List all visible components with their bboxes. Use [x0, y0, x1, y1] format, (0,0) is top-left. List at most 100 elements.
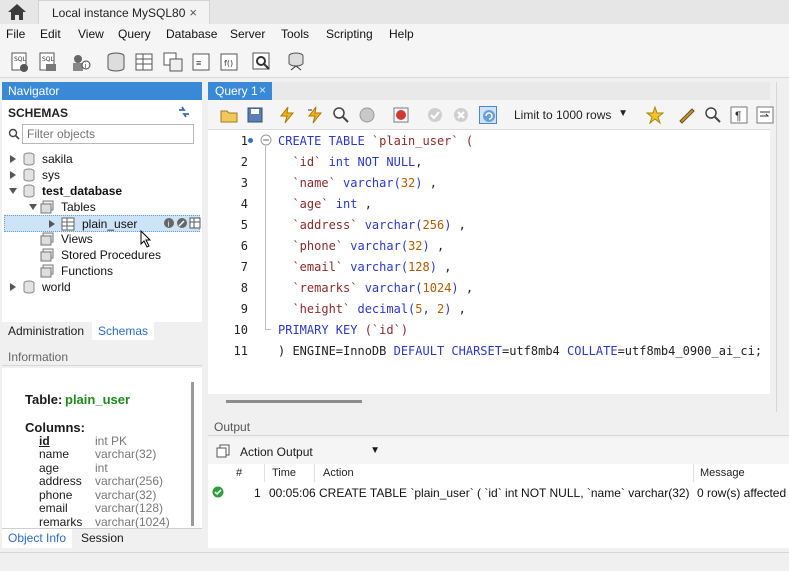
column-divider [314, 464, 315, 482]
stop-icon[interactable] [358, 106, 376, 124]
create-view-icon[interactable] [162, 51, 184, 73]
beautify-icon[interactable] [678, 106, 696, 124]
menu-server[interactable]: Server [230, 27, 265, 41]
dropdown-arrow-icon: ▼ [370, 445, 380, 456]
open-sql-script-icon[interactable]: SQL [37, 51, 59, 73]
menu-help[interactable]: Help [389, 27, 414, 41]
toggle-error-stop-icon[interactable] [392, 106, 410, 124]
tree-item-tables[interactable]: Tables [28, 199, 198, 215]
code-token: , [429, 239, 445, 253]
open-file-icon[interactable] [220, 106, 238, 124]
output-mode-select[interactable]: Action Output ▼ [238, 442, 384, 462]
create-table-icon[interactable] [133, 51, 155, 73]
code-token: =utf8mb4 [501, 344, 567, 358]
copy-icon[interactable] [216, 444, 230, 458]
limit-rows-value: Limit to 1000 rows [514, 108, 612, 122]
sql-editor[interactable]: 1 2 3 4 5 6 7 8 9 10 11 CREATE TABLE `pl… [208, 130, 770, 394]
editor-horizontal-scrollbar[interactable] [226, 400, 362, 403]
tree-label: Functions [61, 264, 114, 278]
new-sql-tab-icon[interactable]: SQL [9, 51, 31, 73]
limit-rows-select[interactable]: Limit to 1000 rows ▼ [508, 105, 632, 125]
close-query-tab-icon[interactable]: × [259, 83, 266, 97]
menu-file[interactable]: File [6, 27, 25, 41]
tree-item-sakila[interactable]: sakila [8, 151, 198, 167]
home-icon[interactable] [6, 3, 28, 21]
add-snippet-icon[interactable] [645, 105, 665, 125]
tree-label: plain_user [82, 217, 138, 231]
execute-current-icon[interactable] [306, 106, 324, 124]
code-token: 5 [415, 302, 423, 316]
code-token: PRIMARY KEY [278, 323, 358, 337]
code-token: =utf8mb4_0900_ai_ci; [617, 344, 763, 358]
line-number: 8 [240, 281, 248, 295]
filter-objects-input[interactable] [22, 124, 194, 144]
menu-edit[interactable]: Edit [40, 27, 61, 41]
code-token: int [328, 197, 358, 211]
word-wrap-icon[interactable] [756, 106, 774, 124]
column-divider [693, 464, 694, 482]
code-token: 32 [400, 176, 416, 190]
menu-tools[interactable]: Tools [281, 27, 309, 41]
menu-scripting[interactable]: Scripting [326, 27, 373, 41]
autocommit-toggle-icon[interactable] [479, 106, 497, 124]
tab-session[interactable]: Session [81, 531, 124, 545]
commit-icon[interactable] [426, 106, 444, 124]
tree-item-functions[interactable]: Functions [28, 263, 198, 279]
refresh-icon[interactable] [177, 106, 191, 118]
information-tabs: Object Info Session [2, 528, 202, 548]
code-token: varchar( [343, 260, 409, 274]
find-replace-icon[interactable] [704, 106, 722, 124]
information-scrollbar[interactable] [191, 382, 194, 526]
fold-toggle-icon[interactable] [260, 134, 272, 146]
query-toolbar: Limit to 1000 rows ▼ ¶ [208, 100, 774, 130]
right-sidebar-panel [776, 82, 789, 412]
expand-arrow-icon[interactable] [8, 153, 18, 163]
create-schema-icon[interactable] [105, 51, 127, 73]
column-header-number[interactable]: # [236, 467, 242, 479]
collapse-arrow-icon[interactable] [8, 185, 18, 195]
code-line-2: `id` int NOT NULL, [278, 155, 422, 169]
tab-schemas[interactable]: Schemas [92, 322, 155, 340]
column-type: int PK [95, 434, 128, 448]
invisible-chars-icon[interactable]: ¶ [730, 106, 748, 124]
column-header-message[interactable]: Message [700, 467, 745, 479]
expand-arrow-icon[interactable] [47, 218, 57, 228]
info-icon[interactable]: i [163, 217, 177, 231]
table-grid-icon[interactable] [189, 217, 203, 231]
create-function-icon[interactable]: f() [218, 51, 240, 73]
create-procedure-icon[interactable]: ≡ [190, 51, 212, 73]
explain-icon[interactable] [332, 106, 350, 124]
close-tab-icon[interactable]: × [189, 5, 197, 20]
information-panel: Table: plain_user Columns: id int PK nam… [2, 368, 202, 528]
statement-marker-icon [248, 138, 253, 143]
connection-tab[interactable]: Local instance MySQL80 × [38, 0, 210, 24]
tree-item-sys[interactable]: sys [8, 167, 198, 183]
tree-item-plain-user[interactable]: plain_user i [4, 215, 203, 232]
column-name: name [39, 447, 70, 461]
tree-item-world[interactable]: world [8, 279, 198, 295]
column-header-action[interactable]: Action [323, 467, 354, 479]
expand-arrow-icon[interactable] [8, 169, 18, 179]
menu-view[interactable]: View [78, 27, 104, 41]
svg-text:i: i [168, 220, 170, 229]
expand-arrow-icon[interactable] [8, 281, 18, 291]
tree-item-views[interactable]: Views [28, 231, 128, 247]
wrench-icon[interactable] [176, 217, 190, 231]
search-table-data-icon[interactable] [251, 51, 273, 73]
collapse-arrow-icon[interactable] [28, 201, 38, 211]
rollback-icon[interactable] [452, 106, 470, 124]
save-icon[interactable] [246, 106, 264, 124]
tree-item-test-database[interactable]: test_database [8, 183, 198, 199]
column-type: varchar(256) [95, 474, 164, 488]
menu-database[interactable]: Database [166, 27, 217, 41]
inspector-icon[interactable]: i [70, 51, 92, 73]
reconnect-icon[interactable] [285, 51, 307, 73]
menu-query[interactable]: Query [118, 27, 151, 41]
tab-query-1[interactable]: Query 1 × [208, 82, 272, 100]
tab-object-info[interactable]: Object Info [2, 529, 73, 548]
column-header-time[interactable]: Time [272, 467, 296, 479]
tree-item-stored-procedures[interactable]: Stored Procedures [28, 247, 198, 263]
execute-icon[interactable] [278, 106, 296, 124]
table-name: plain_user [65, 392, 131, 407]
tab-administration[interactable]: Administration [8, 324, 84, 338]
